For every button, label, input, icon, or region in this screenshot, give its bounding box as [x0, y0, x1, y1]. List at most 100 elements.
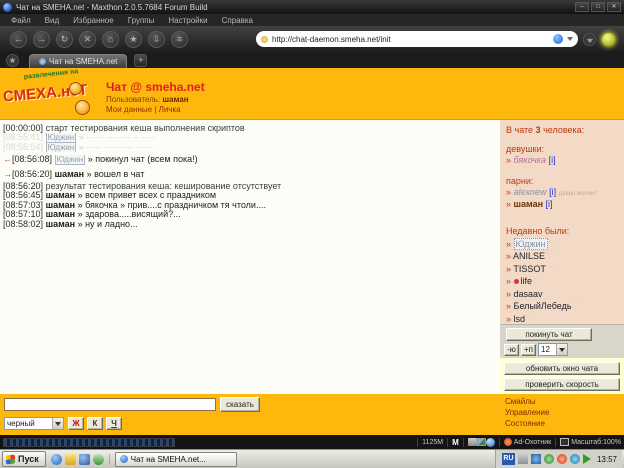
dropdown-button[interactable]: [583, 33, 596, 46]
private-messages-link[interactable]: Личка: [159, 105, 181, 114]
check-speed-button[interactable]: проверить скорость: [504, 378, 620, 391]
tab-favicon: [39, 58, 46, 65]
back-icon[interactable]: ←: [10, 31, 27, 48]
chevron-down-icon[interactable]: [52, 418, 63, 429]
go-icon[interactable]: [553, 34, 563, 44]
printer-icon[interactable]: [468, 438, 477, 446]
address-bar[interactable]: http://chat-daemon.smeha.net/init: [256, 31, 578, 47]
underline-button[interactable]: Ч: [106, 417, 122, 430]
favorites-star-icon[interactable]: ★: [6, 54, 19, 67]
footer-link[interactable]: Управление: [505, 407, 549, 418]
tray-icon[interactable]: [531, 454, 541, 464]
bold-button[interactable]: Ж: [68, 417, 84, 430]
menu-item[interactable]: Избранное: [66, 16, 121, 25]
bullet-icon: »: [506, 187, 511, 197]
footer-link[interactable]: Смайлы: [505, 396, 549, 407]
language-indicator[interactable]: RU: [502, 453, 515, 465]
taskbar: Пуск Чат на SMEHA.net... RU 13:57: [0, 449, 624, 468]
say-button[interactable]: сказать: [220, 397, 260, 412]
italic-button[interactable]: К: [87, 417, 103, 430]
font-increase-button[interactable]: +п: [521, 344, 536, 356]
menu-item[interactable]: Файл: [4, 16, 38, 25]
recent-user-marks: · ·: [548, 264, 554, 270]
recent-user-nick[interactable]: ANILSE: [513, 251, 545, 261]
refresh-chat-button[interactable]: обновить окно чата: [504, 362, 620, 375]
tray-icon[interactable]: [557, 454, 567, 464]
maxthon-m-icon[interactable]: M: [452, 438, 459, 447]
start-button[interactable]: Пуск: [2, 451, 46, 467]
close-button[interactable]: ✕: [607, 2, 621, 12]
leave-chat-button[interactable]: покинуть чат: [506, 328, 592, 341]
recent-user-marks: · ·: [547, 251, 553, 257]
maximize-button[interactable]: □: [591, 2, 605, 12]
quicklaunch-folder-icon[interactable]: [65, 454, 76, 465]
quicklaunch-maxthon-icon[interactable]: [79, 454, 90, 465]
user-info-link[interactable]: [i]: [546, 199, 553, 209]
recent-user-item: » TISSOT· ·: [506, 262, 618, 275]
user-nick[interactable]: шаман: [514, 199, 544, 209]
status-orb-button[interactable]: [601, 32, 616, 47]
tools-icon[interactable]: ≡: [171, 31, 188, 48]
address-dropdown-icon[interactable]: [567, 37, 573, 41]
zoom-control[interactable]: Масштаб:100%: [560, 438, 621, 446]
recent-user-nick[interactable]: dasaav: [514, 289, 543, 299]
taskbar-task-chat[interactable]: Чат на SMEHA.net...: [115, 452, 237, 467]
message-text: » ····· ·········· ·····: [79, 143, 151, 152]
message-text: » ну и ладно...: [78, 220, 138, 229]
menu-item[interactable]: Вид: [38, 16, 66, 25]
image-icon[interactable]: [477, 438, 486, 446]
font-decrease-button[interactable]: -ю: [504, 344, 519, 356]
user-label: Пользователь:: [106, 95, 160, 104]
chevron-down-icon[interactable]: [556, 344, 567, 355]
footer-link[interactable]: Состояние: [505, 418, 549, 429]
chat-controls-panel: покинуть чат -ю +п 12: [500, 324, 624, 358]
chat-message: [00:00:00] старт тестирования кеша выпол…: [3, 124, 497, 133]
recent-user-marks: · ·: [534, 276, 540, 282]
new-tab-button[interactable]: +: [134, 54, 147, 67]
profile-link[interactable]: Мои данные: [106, 105, 152, 114]
online-count-number: 3: [536, 125, 541, 135]
status-bar: 1125M M Ad-Охотник Масштаб:100%: [0, 435, 624, 449]
recent-user-nick[interactable]: Юджин: [514, 238, 548, 250]
stop-icon[interactable]: ✕: [79, 31, 96, 48]
menu-item[interactable]: Настройки: [161, 16, 214, 25]
ad-hunter-toggle[interactable]: Ad-Охотник: [504, 438, 551, 446]
refresh-icon[interactable]: ↻: [56, 31, 73, 48]
menu-item[interactable]: Группы: [121, 16, 162, 25]
menu-item[interactable]: Справка: [215, 16, 260, 25]
recent-user-nick[interactable]: life: [514, 276, 533, 286]
tray-icon[interactable]: [544, 454, 554, 464]
message-nick: шаман: [46, 191, 76, 200]
recent-user-nick[interactable]: TISSOT: [513, 264, 546, 274]
recent-user-nick[interactable]: lsd: [514, 314, 526, 324]
message-text: » вошел в чат: [87, 170, 145, 179]
user-info-link[interactable]: [i]: [549, 155, 556, 165]
tab-chat[interactable]: Чат на SMEHA.net: [29, 54, 127, 68]
globe-icon[interactable]: [486, 438, 495, 447]
message-input[interactable]: [4, 398, 216, 411]
user-info-link[interactable]: [i]: [549, 187, 556, 197]
favorites-icon[interactable]: ★: [125, 31, 142, 48]
message-time: [08:55:41]: [3, 133, 43, 142]
recent-user-nick[interactable]: БелыйЛебедь: [514, 301, 572, 311]
quicklaunch-browser-icon[interactable]: [51, 454, 62, 465]
quicklaunch-media-icon[interactable]: [93, 454, 104, 465]
minimize-button[interactable]: –: [575, 2, 589, 12]
home-icon[interactable]: ⌂: [102, 31, 119, 48]
site-favicon: [261, 36, 268, 43]
chat-message: [08:57:10] шаман » здарова.....висящий?.…: [3, 210, 497, 219]
tray-icon[interactable]: [518, 454, 528, 464]
progress-bar: [3, 438, 175, 447]
recent-label: Недавно были:: [506, 226, 618, 236]
download-icon[interactable]: ⇩: [148, 31, 165, 48]
forward-icon[interactable]: →: [33, 31, 50, 48]
user-nick[interactable]: alexnew: [514, 187, 547, 197]
tray-icon[interactable]: [570, 454, 580, 464]
site-logo[interactable]: развлечения на СМЕХА.неТ: [3, 70, 99, 118]
user-nick[interactable]: бякочка: [514, 155, 547, 165]
maxthon-app-icon[interactable]: [3, 3, 12, 12]
text-color-select[interactable]: черный: [4, 417, 64, 430]
font-size-select[interactable]: 12: [538, 343, 568, 356]
url-text[interactable]: http://chat-daemon.smeha.net/init: [272, 35, 550, 44]
tray-play-icon[interactable]: [583, 454, 591, 464]
